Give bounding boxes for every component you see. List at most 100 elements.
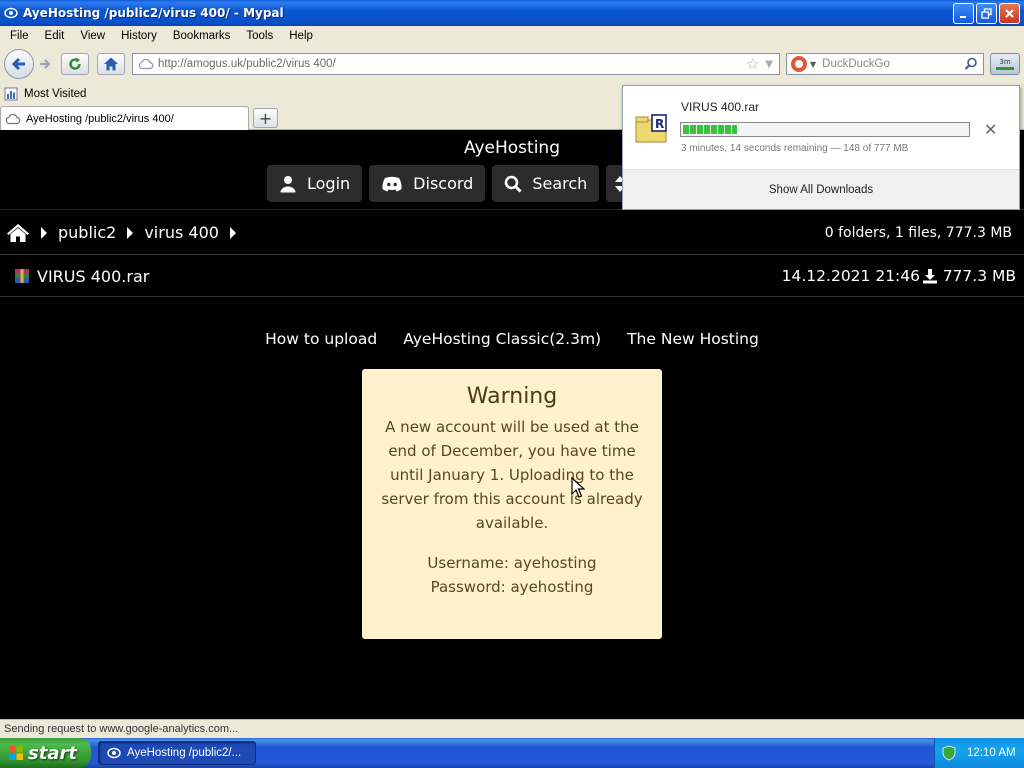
file-date: 14.12.2021 21:46	[781, 267, 920, 285]
svg-text:R: R	[655, 117, 664, 131]
clock[interactable]: 12:10 AM	[967, 747, 1016, 759]
search-site-button[interactable]: Search	[492, 165, 600, 202]
how-to-upload-link[interactable]: How to upload	[265, 330, 377, 348]
new-hosting-link[interactable]: The New Hosting	[627, 330, 759, 348]
login-label: Login	[307, 174, 351, 193]
login-button[interactable]: Login	[267, 165, 363, 202]
navigation-toolbar: http://amogus.uk/public2/virus 400/ ☆ ▼ …	[0, 46, 1024, 83]
tab-ayehosting[interactable]: AyeHosting /public2/virus 400/	[0, 106, 249, 130]
search-bar[interactable]: ▼ DuckDuckGo	[786, 53, 984, 75]
file-row[interactable]: VIRUS 400.rar 14.12.2021 21:46 777.3 MB	[0, 256, 1024, 297]
status-text: Sending request to www.google-analytics.…	[4, 723, 239, 735]
breadcrumb-virus-400[interactable]: virus 400	[144, 223, 219, 242]
bookmark-star-icon[interactable]: ☆	[746, 55, 759, 73]
reload-icon	[69, 57, 81, 70]
search-icon[interactable]	[964, 57, 978, 71]
address-bar[interactable]: http://amogus.uk/public2/virus 400/ ☆ ▼	[132, 53, 780, 75]
warning-title: Warning	[466, 384, 558, 409]
web-content: AyeHosting Login Discord Search public2 …	[0, 130, 1024, 719]
mouse-cursor-icon	[571, 477, 585, 498]
plus-icon: +	[258, 108, 273, 128]
downloads-button[interactable]: 3m	[990, 53, 1020, 75]
taskbar: start AyeHosting /public2/... 12:10 AM	[0, 738, 1024, 768]
url-dropdown-icon[interactable]: ▼	[765, 59, 773, 70]
menu-file[interactable]: File	[2, 30, 37, 42]
new-tab-button[interactable]: +	[253, 108, 278, 128]
menu-bookmarks[interactable]: Bookmarks	[165, 30, 239, 42]
reload-button[interactable]	[61, 53, 89, 75]
browser-app-icon	[4, 7, 18, 19]
menu-help[interactable]: Help	[281, 30, 321, 42]
classic-hosting-link[interactable]: AyeHosting Classic(2.3m)	[403, 330, 601, 348]
forward-arrow-icon	[40, 59, 51, 69]
home-button[interactable]	[97, 53, 125, 75]
warning-message: A new account will be used at the end of…	[381, 418, 643, 532]
back-button[interactable]	[4, 49, 34, 79]
menu-view[interactable]: View	[72, 30, 113, 42]
download-time-remaining: 3m	[999, 58, 1011, 66]
taskbar-item-title: AyeHosting /public2/...	[127, 747, 242, 759]
menu-edit[interactable]: Edit	[37, 30, 73, 42]
download-status: 3 minutes, 14 seconds remaining — 148 of…	[681, 143, 909, 154]
forward-button[interactable]	[35, 54, 55, 74]
status-bar: Sending request to www.google-analytics.…	[0, 719, 1024, 738]
url-text[interactable]: http://amogus.uk/public2/virus 400/	[158, 58, 746, 70]
tab-title: AyeHosting /public2/virus 400/	[26, 112, 174, 125]
security-shield-icon[interactable]	[941, 745, 957, 761]
download-progress-fill	[683, 125, 737, 134]
most-visited-icon	[4, 87, 18, 101]
home-icon	[104, 57, 118, 71]
file-size: 777.3 MB	[942, 267, 1016, 285]
search-input[interactable]: DuckDuckGo	[822, 58, 964, 70]
show-all-downloads-button[interactable]: Show All Downloads	[623, 169, 1019, 209]
rar-file-icon: R	[635, 114, 667, 143]
breadcrumb-public2[interactable]: public2	[58, 223, 116, 242]
magnifier-icon	[505, 175, 522, 193]
file-name[interactable]: VIRUS 400.rar	[37, 267, 149, 286]
most-visited-bookmark[interactable]: Most Visited	[24, 88, 86, 100]
browser-task-icon	[107, 747, 121, 759]
back-arrow-icon	[11, 57, 25, 71]
system-tray: 12:10 AM	[934, 738, 1024, 768]
download-mini-progress	[996, 67, 1014, 70]
show-all-downloads-label: Show All Downloads	[768, 183, 874, 196]
duckduckgo-engine-icon[interactable]	[791, 56, 807, 72]
download-file-name[interactable]: VIRUS 400.rar	[681, 100, 759, 114]
home-icon[interactable]	[6, 223, 30, 243]
caret-right-icon	[127, 226, 134, 239]
window-titlebar: AyeHosting /public2/virus 400/ - Mypal	[0, 0, 1024, 26]
warning-credentials: Username: ayehosting Password: ayehostin…	[362, 551, 662, 599]
download-icon	[922, 269, 937, 284]
cancel-download-icon[interactable]: ✕	[984, 120, 997, 140]
downloads-panel: R VIRUS 400.rar 3 minutes, 14 seconds re…	[622, 85, 1020, 210]
menu-tools[interactable]: Tools	[238, 30, 281, 42]
folder-summary: 0 folders, 1 files, 777.3 MB	[824, 224, 1012, 241]
start-button[interactable]: start	[0, 738, 91, 768]
engine-dropdown-icon[interactable]: ▼	[810, 60, 816, 69]
minimize-button[interactable]	[953, 2, 974, 24]
caret-right-icon	[229, 226, 236, 239]
rar-archive-icon	[15, 269, 29, 283]
taskbar-item-browser[interactable]: AyeHosting /public2/...	[98, 741, 256, 765]
restore-button[interactable]	[976, 2, 997, 24]
menu-bar: File Edit View History Bookmarks Tools H…	[0, 26, 1024, 46]
warning-password: Password: ayehosting	[430, 578, 594, 596]
restore-icon	[981, 7, 992, 19]
search-label: Search	[532, 174, 588, 193]
window-title: AyeHosting /public2/virus 400/ - Mypal	[23, 6, 284, 20]
breadcrumb: public2 virus 400 0 folders, 1 files, 77…	[0, 211, 1024, 255]
info-links: How to upload AyeHosting Classic(2.3m) T…	[0, 330, 1024, 348]
menu-history[interactable]: History	[113, 30, 165, 42]
caret-right-icon	[41, 226, 47, 239]
site-nav: Login Discord Search	[267, 165, 635, 202]
close-window-button[interactable]	[999, 2, 1020, 24]
windows-flag-icon	[9, 746, 23, 760]
warning-box: Warning A new account will be used at th…	[362, 369, 662, 639]
discord-icon	[382, 176, 402, 191]
tab-favicon-icon	[5, 113, 21, 124]
discord-button[interactable]: Discord	[369, 165, 486, 202]
minimize-icon	[960, 15, 966, 18]
file-download-link[interactable]: 777.3 MB	[922, 267, 1016, 285]
start-label: start	[28, 742, 77, 764]
warning-username: Username: ayehosting	[427, 554, 597, 572]
